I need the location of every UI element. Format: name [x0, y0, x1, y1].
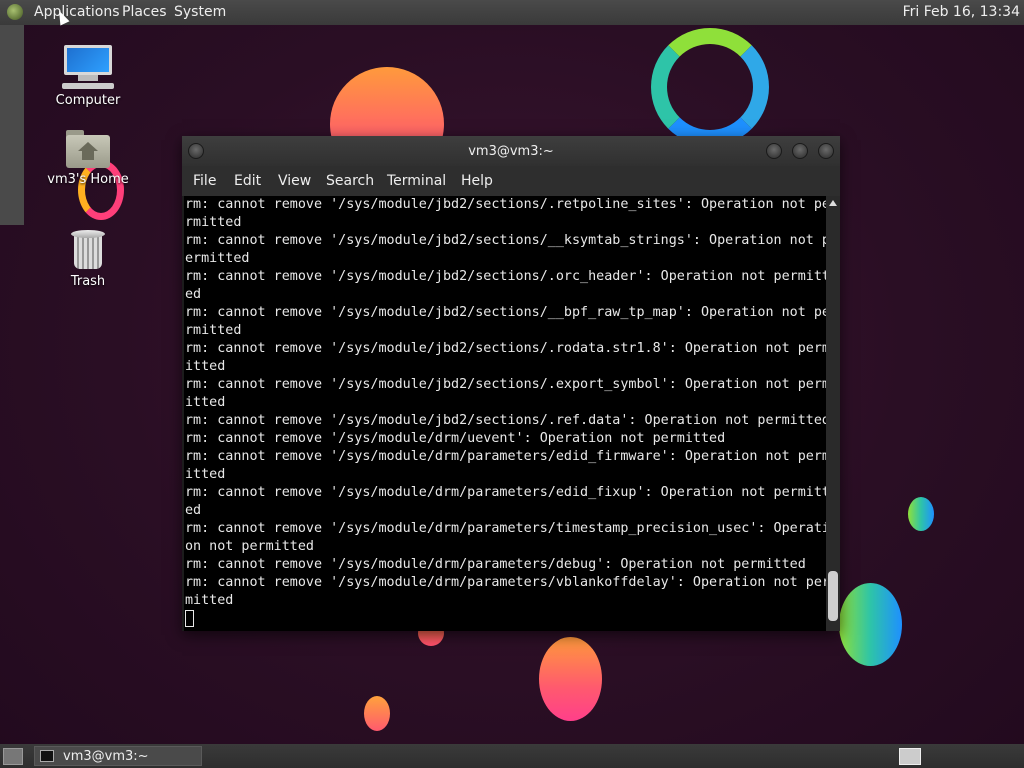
- menu-terminal[interactable]: Terminal: [387, 173, 446, 189]
- menu-search[interactable]: Search: [326, 173, 374, 189]
- menu-applications[interactable]: Applications: [34, 4, 120, 21]
- wallpaper-green-blue-oval: [839, 583, 902, 666]
- menu-help[interactable]: Help: [461, 173, 493, 189]
- terminal-icon: [40, 750, 54, 762]
- show-desktop-icon[interactable]: [3, 748, 23, 765]
- terminal-scrollbar[interactable]: [826, 196, 840, 631]
- trash-icon: [71, 230, 105, 270]
- panel-clock[interactable]: Fri Feb 16, 13:34: [903, 4, 1020, 21]
- taskbar-item-terminal[interactable]: vm3@vm3:~: [34, 746, 202, 766]
- taskbar-item-label: vm3@vm3:~: [63, 749, 149, 764]
- close-button[interactable]: [818, 143, 834, 159]
- top-panel: Applications Places System Fri Feb 16, 1…: [0, 0, 1024, 25]
- menu-edit[interactable]: Edit: [234, 173, 261, 189]
- desktop-icon-computer[interactable]: Computer: [43, 45, 133, 108]
- menu-file[interactable]: File: [193, 173, 216, 189]
- desktop-icon-label: Computer: [55, 93, 121, 108]
- maximize-button[interactable]: [792, 143, 808, 159]
- home-folder-icon: [66, 130, 110, 168]
- terminal-window[interactable]: vm3@vm3:~ File Edit View Search Terminal…: [182, 136, 840, 631]
- computer-icon: [64, 45, 112, 81]
- wallpaper-orange-oval: [539, 637, 602, 721]
- desktop-icon-home[interactable]: vm3's Home: [43, 130, 133, 187]
- scrollbar-thumb[interactable]: [828, 571, 838, 621]
- window-titlebar[interactable]: vm3@vm3:~: [182, 136, 840, 166]
- terminal-output-text: rm: cannot remove '/sys/module/jbd2/sect…: [185, 197, 826, 608]
- scroll-up-arrow-icon[interactable]: [829, 200, 837, 206]
- menu-places[interactable]: Places: [122, 4, 167, 21]
- workspace-switcher[interactable]: [899, 748, 921, 765]
- menu-view[interactable]: View: [278, 173, 311, 189]
- minimize-button[interactable]: [766, 143, 782, 159]
- bottom-panel: vm3@vm3:~: [0, 744, 1024, 768]
- wallpaper-ring: [651, 28, 769, 146]
- keyboard-graphic: [62, 83, 114, 89]
- wallpaper-small-orange-oval: [364, 696, 390, 731]
- text-cursor: [185, 610, 194, 627]
- desktop-icon-label: Trash: [70, 274, 106, 289]
- wallpaper-small-green-blue-oval: [908, 497, 934, 531]
- distro-logo-icon[interactable]: [7, 4, 23, 20]
- menu-system[interactable]: System: [174, 4, 226, 21]
- window-title: vm3@vm3:~: [468, 144, 554, 159]
- left-edge-panel: [0, 25, 24, 225]
- desktop-icon-label: vm3's Home: [47, 172, 129, 187]
- desktop-icon-trash[interactable]: Trash: [43, 230, 133, 289]
- terminal-menubar: File Edit View Search Terminal Help: [182, 166, 840, 196]
- terminal-output-area[interactable]: rm: cannot remove '/sys/module/jbd2/sect…: [184, 196, 826, 631]
